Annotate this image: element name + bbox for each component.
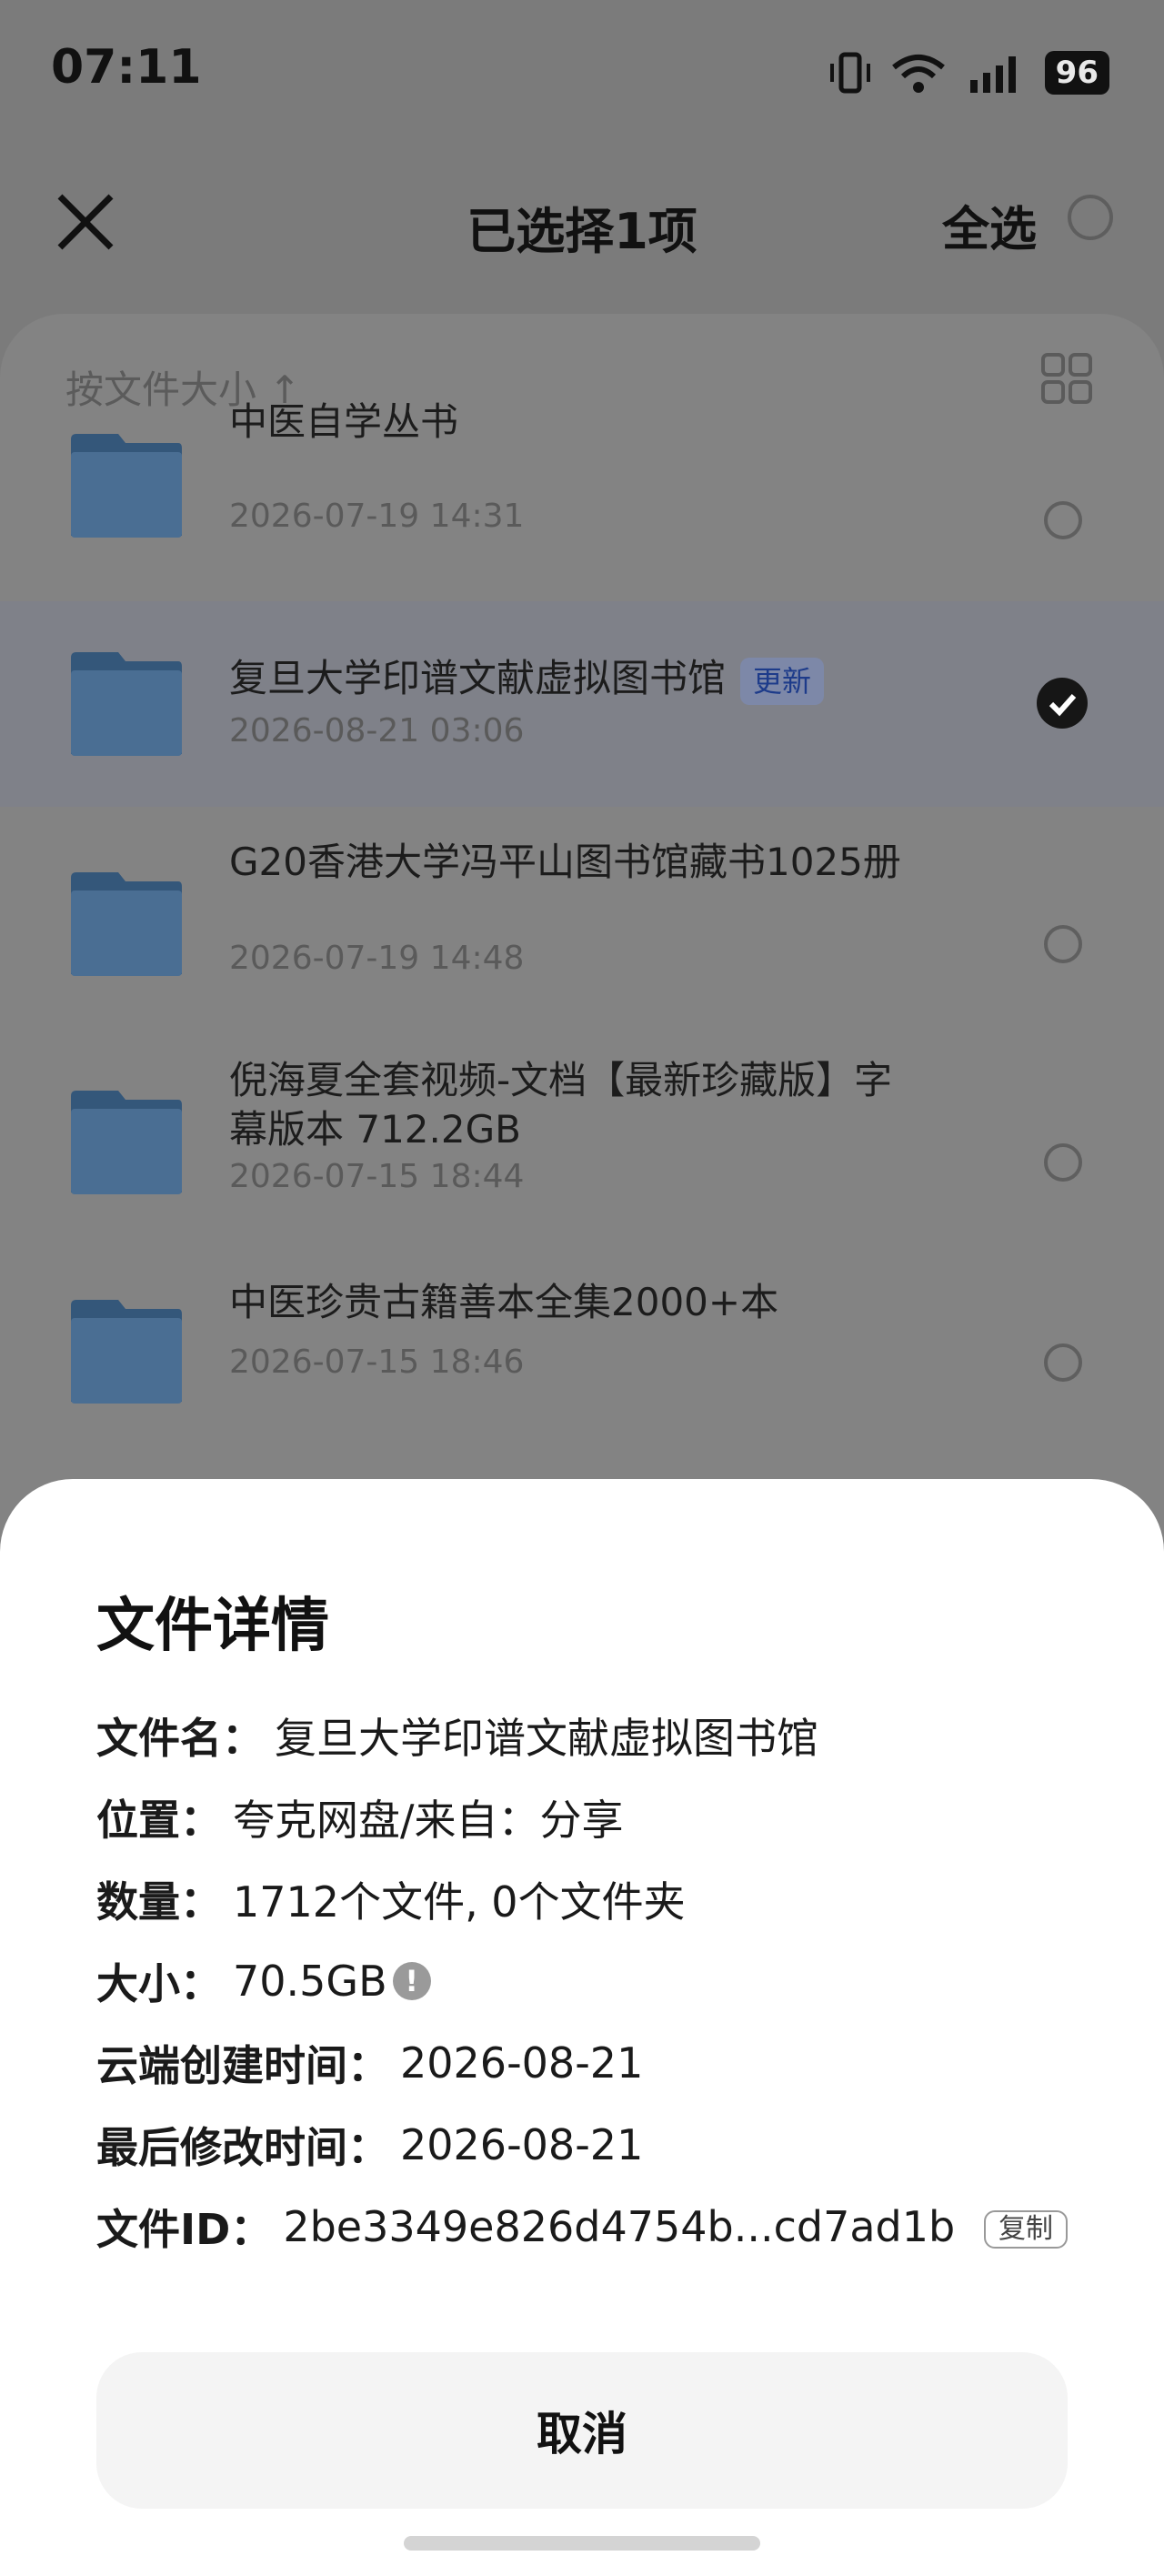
sheet-title: 文件详情 <box>96 1593 329 1660</box>
detail-key: 位置： <box>96 1796 222 1845</box>
detail-value: 夸克网盘/来自：分享 <box>233 1796 624 1845</box>
file-name: 中医自学丛书 <box>229 399 459 444</box>
list-item[interactable]: G20香港大学冯平山图书馆藏书1025册 2026-07-19 14:48 <box>0 832 1164 1023</box>
detail-file-name: 文件名： 复旦大学印谱文献虚拟图书馆 <box>96 1706 1079 1765</box>
battery-indicator: 96 <box>1044 51 1109 95</box>
update-badge: 更新 <box>740 657 825 705</box>
detail-file-id: 文件ID： 2be3349e826d4754b...cd7ad1b <box>96 2198 1079 2256</box>
detail-size: 大小： 70.5GB ! <box>96 1952 1079 2010</box>
detail-count: 数量： 1712个文件, 0个文件夹 <box>96 1870 1079 1928</box>
detail-key: 文件名： <box>96 1714 264 1763</box>
row-radio[interactable] <box>1044 925 1082 963</box>
detail-value: 2be3349e826d4754b...cd7ad1b <box>283 2202 956 2251</box>
list-item[interactable]: 中医自学丛书 2026-07-19 14:31 <box>0 399 1164 550</box>
copy-button[interactable]: 复制 <box>984 2210 1068 2249</box>
row-radio[interactable] <box>1044 1343 1082 1382</box>
list-item[interactable]: 中医珍贵古籍善本全集2000+本 2026-07-15 18:46 <box>0 1260 1164 1451</box>
row-radio[interactable] <box>1044 501 1082 539</box>
detail-created: 云端创建时间： 2026-08-21 <box>96 2034 1079 2092</box>
file-name: 中医珍贵古籍善本全集2000+本 <box>229 1280 779 1324</box>
check-icon <box>1049 694 1077 717</box>
folder-icon <box>71 434 182 538</box>
status-bar: 07:11 96 <box>0 0 1164 146</box>
status-time: 07:11 <box>51 40 202 95</box>
list-item[interactable]: 复旦大学印谱文献虚拟图书馆 更新 2026-08-21 03:06 <box>0 601 1164 807</box>
detail-key: 云端创建时间： <box>96 2041 389 2090</box>
file-date: 2026-07-19 14:48 <box>229 940 525 977</box>
detail-value: 1712个文件, 0个文件夹 <box>233 1877 686 1927</box>
home-indicator[interactable] <box>404 2536 760 2551</box>
cancel-button[interactable]: 取消 <box>96 2352 1068 2509</box>
selection-topbar: 已选择1项 全选 <box>0 164 1164 273</box>
wifi-icon <box>891 55 945 93</box>
folder-icon <box>71 1091 182 1194</box>
detail-location: 位置： 夸克网盘/来自：分享 <box>96 1788 1079 1846</box>
status-icons: 96 <box>827 47 1109 98</box>
grid-view-icon[interactable] <box>1040 352 1093 405</box>
detail-modified: 最后修改时间： 2026-08-21 <box>96 2116 1079 2174</box>
file-name: 倪海夏全套视频-文档【最新珍藏版】字幕版本 712.2GB <box>229 1058 893 1152</box>
select-all-radio[interactable] <box>1068 195 1113 240</box>
file-date: 2026-07-15 18:44 <box>229 1158 525 1195</box>
detail-value: 2026-08-21 <box>400 2038 644 2088</box>
file-name: G20香港大学冯平山图书馆藏书1025册 <box>229 840 901 884</box>
detail-value: 70.5GB <box>233 1957 387 2006</box>
detail-value: 复旦大学印谱文献虚拟图书馆 <box>275 1714 818 1763</box>
detail-key: 文件ID： <box>96 2205 273 2254</box>
row-radio[interactable] <box>1044 1143 1082 1182</box>
detail-key: 数量： <box>96 1877 222 1927</box>
file-date: 2026-07-19 14:31 <box>229 498 525 535</box>
file-details-sheet: 文件详情 文件名： 复旦大学印谱文献虚拟图书馆 位置： 夸克网盘/来自：分享 数… <box>0 1479 1164 2576</box>
file-name-container: 复旦大学印谱文献虚拟图书馆 更新 <box>229 654 920 705</box>
select-all-button[interactable]: 全选 <box>942 191 1037 259</box>
vibrate-icon <box>829 52 870 94</box>
detail-value: 2026-08-21 <box>400 2120 644 2169</box>
file-date: 2026-08-21 03:06 <box>229 712 525 750</box>
cellular-signal-icon <box>969 56 1016 93</box>
file-name: 复旦大学印谱文献虚拟图书馆 <box>229 656 727 700</box>
info-alert-icon[interactable]: ! <box>392 1962 431 2000</box>
folder-icon <box>71 872 182 976</box>
file-list-panel: 按文件大小 ↑ 中医自学丛书 2026-07-19 14:31 复旦大学印谱文献… <box>0 314 1164 1587</box>
folder-icon <box>71 652 182 756</box>
file-date: 2026-07-15 18:46 <box>229 1343 525 1381</box>
list-item[interactable]: 倪海夏全套视频-文档【最新珍藏版】字幕版本 712.2GB 2026-07-15… <box>0 1051 1164 1242</box>
detail-key: 大小： <box>96 1959 222 2008</box>
row-checked[interactable] <box>1037 678 1088 729</box>
folder-icon <box>71 1300 182 1404</box>
detail-key: 最后修改时间： <box>96 2123 389 2172</box>
